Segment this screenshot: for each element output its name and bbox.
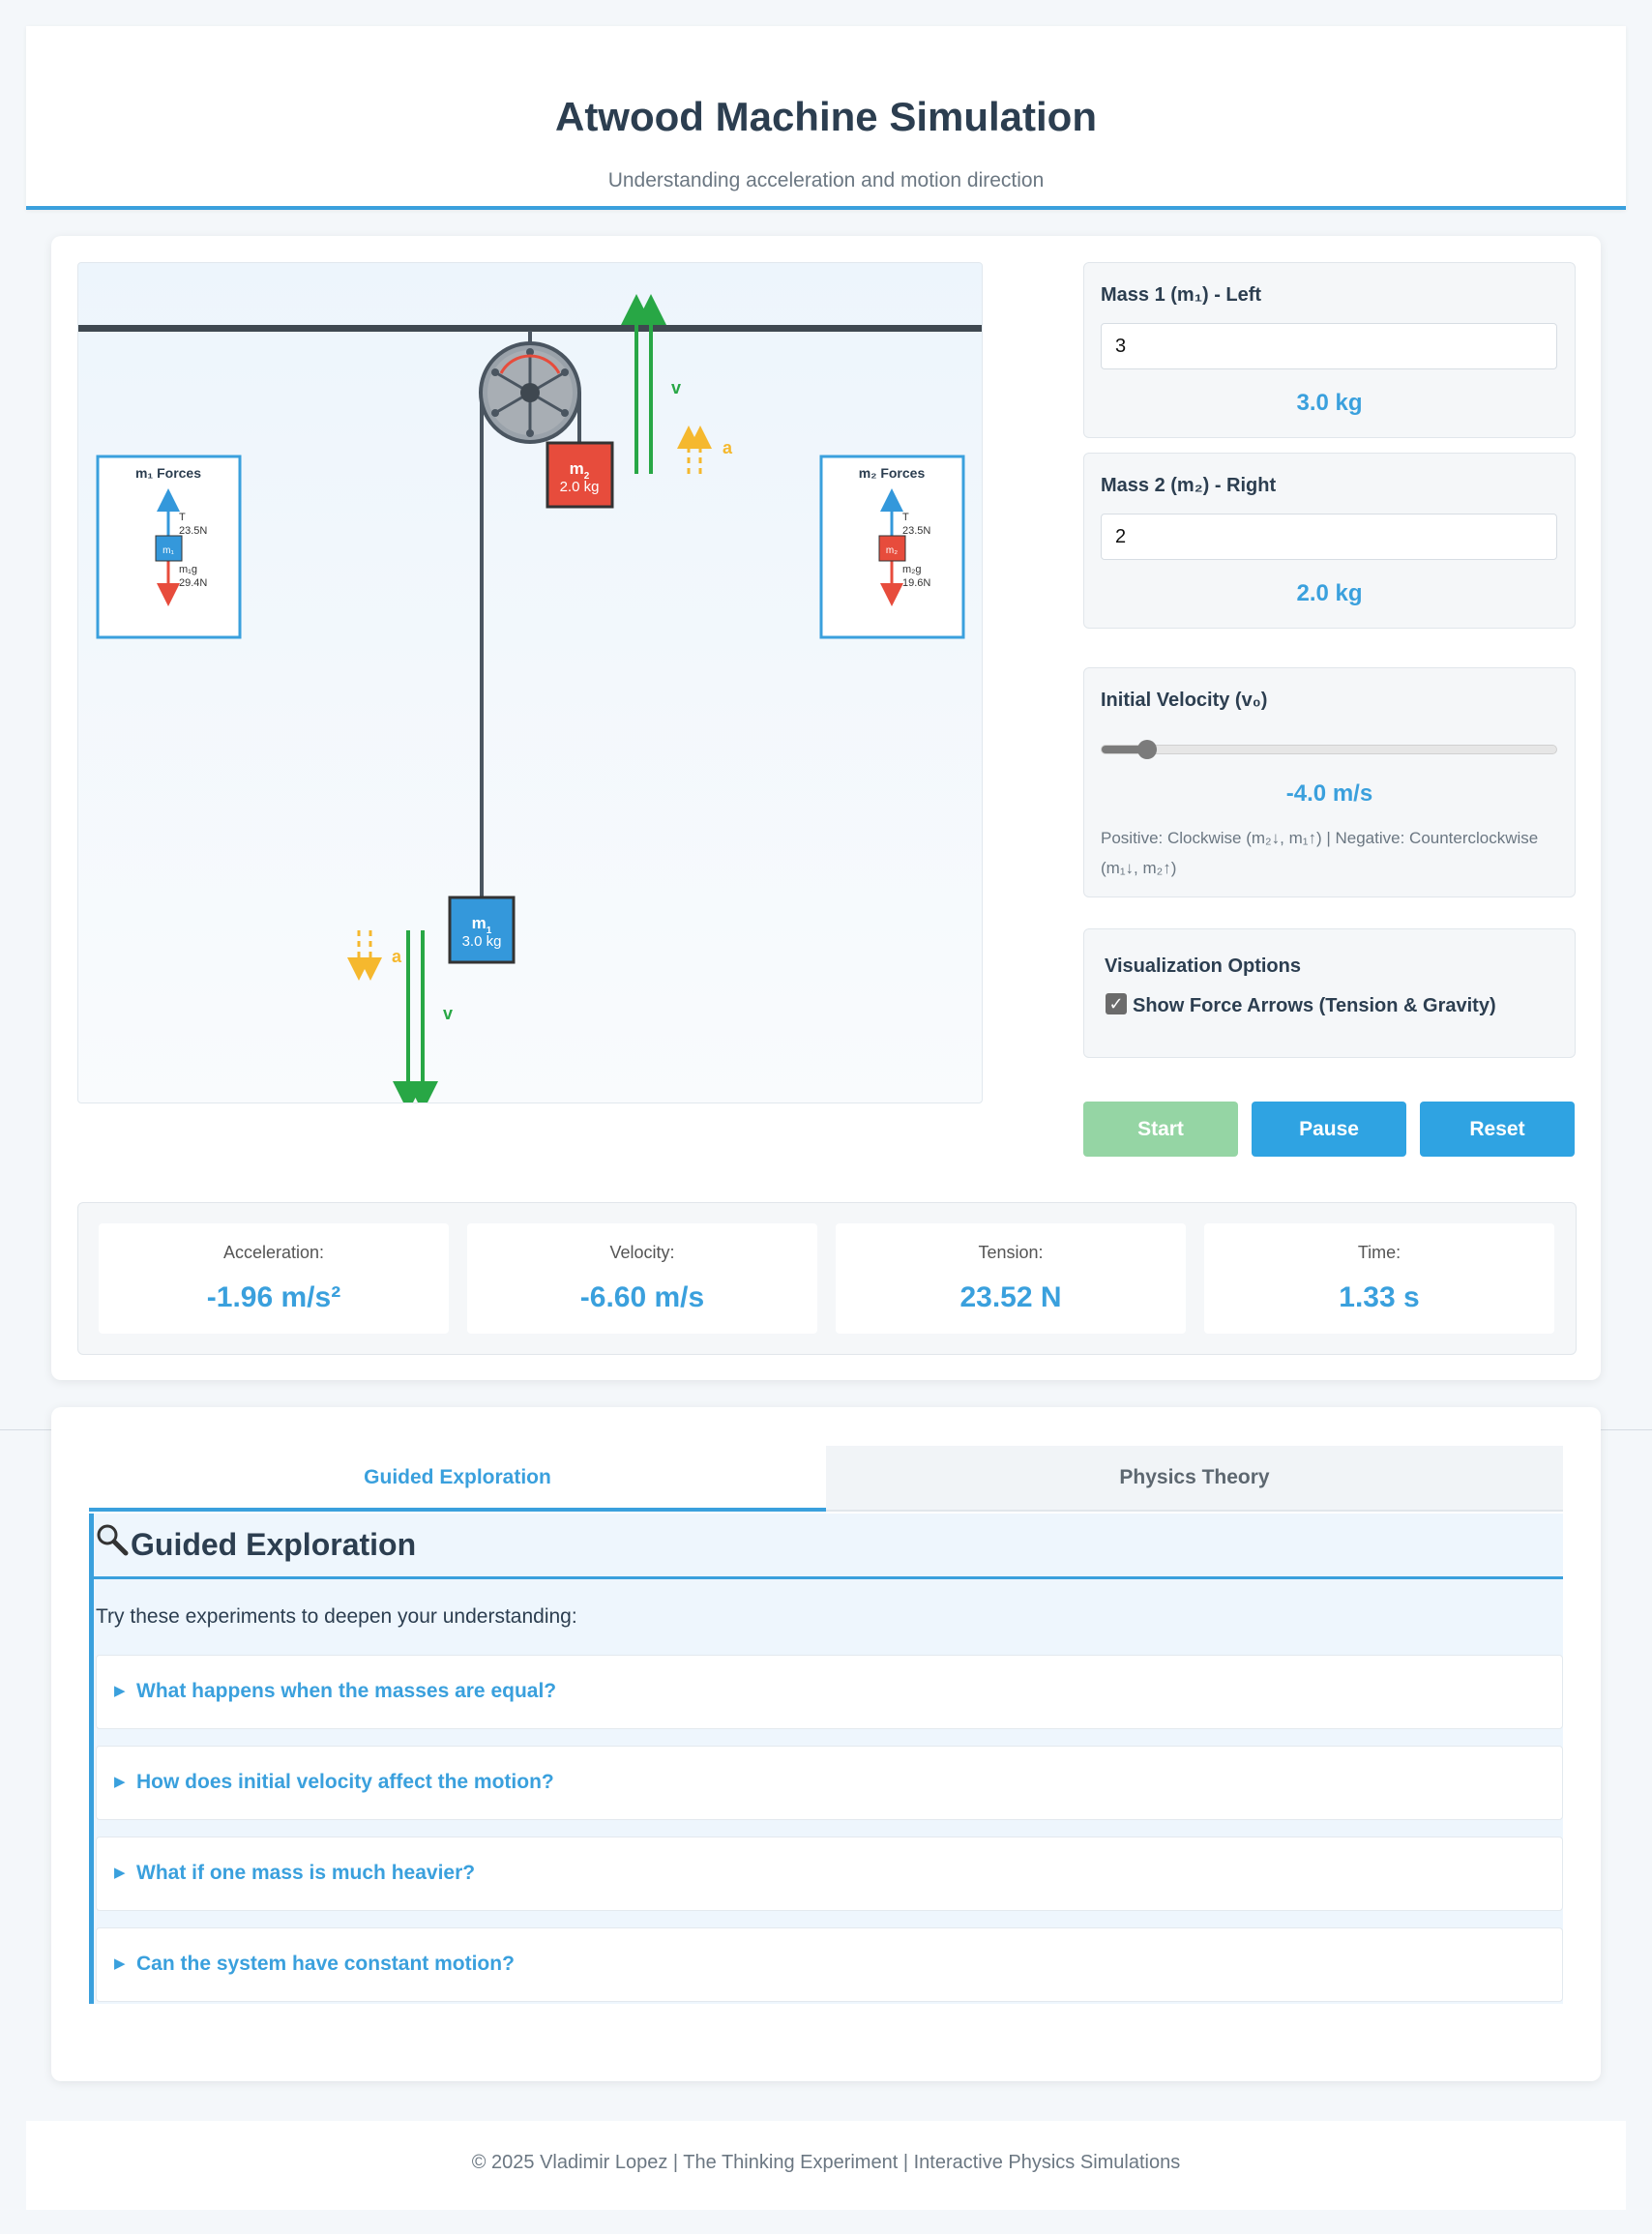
expand-arrow-icon: ▶ xyxy=(114,1955,126,1972)
guide-intro: Try these experiments to deepen your und… xyxy=(96,1605,577,1628)
svg-text:T: T xyxy=(179,512,186,523)
svg-text:23.5N: 23.5N xyxy=(179,525,207,537)
pulley xyxy=(479,341,581,444)
mass1-label: Mass 1 (m₁) - Left xyxy=(1101,284,1262,306)
svg-text:v: v xyxy=(671,378,681,397)
svg-text:m₂ Forces: m₂ Forces xyxy=(859,465,926,481)
question-item[interactable]: ▶ How does initial velocity affect the m… xyxy=(96,1746,1563,1820)
svg-text:a: a xyxy=(723,438,733,457)
mass2-label: 2.0 kg xyxy=(560,479,600,495)
guided-exploration-panel: Guided Exploration Try these experiments… xyxy=(89,1514,1563,2004)
tab-guided-exploration[interactable]: Guided Exploration xyxy=(89,1446,826,1512)
mass2-label: Mass 2 (m₂) - Right xyxy=(1101,475,1277,496)
stat-label: Acceleration: xyxy=(222,1243,325,1262)
guide-title: Guided Exploration xyxy=(131,1527,417,1562)
mass1-block: m1 3.0 kg xyxy=(448,896,516,964)
stats-panel: Acceleration: -1.96 m/s² Velocity: -6.60… xyxy=(77,1202,1577,1355)
svg-text:m₂: m₂ xyxy=(886,545,898,556)
atwood-diagram: m2 2.0 kg m1 3.0 kg v a v a m₁ Forces m₁… xyxy=(78,294,982,1102)
svg-text:m₁g: m₁g xyxy=(179,564,197,575)
question-text[interactable]: Can the system have constant motion? xyxy=(136,1953,515,1976)
stat-label: Tension: xyxy=(978,1243,1044,1262)
mass1-value: 3.0 kg xyxy=(1296,390,1363,416)
velocity-slider-thumb[interactable] xyxy=(1137,740,1158,759)
question-text[interactable]: What if one mass is much heavier? xyxy=(136,1862,475,1885)
page-title: Atwood Machine Simulation xyxy=(554,94,1097,139)
svg-text:19.6N: 19.6N xyxy=(902,577,930,589)
reset-button[interactable]: Reset xyxy=(1420,1102,1575,1157)
mass1-panel: Mass 1 (m₁) - Left 3.0 kg xyxy=(1083,262,1576,438)
question-text[interactable]: How does initial velocity affect the mot… xyxy=(136,1771,554,1794)
visualization-panel: Visualization Options ✓ Show Force Arrow… xyxy=(1083,928,1576,1058)
start-button[interactable]: Start xyxy=(1083,1102,1238,1157)
svg-text:m₂g: m₂g xyxy=(902,564,922,575)
expand-arrow-icon: ▶ xyxy=(114,1774,126,1790)
page-subtitle: Understanding acceleration and motion di… xyxy=(607,169,1045,191)
footer-text: © 2025 Vladimir Lopez | The Thinking Exp… xyxy=(471,2152,1181,2173)
mass1-velocity-arrow: v xyxy=(393,930,453,1102)
stat-tension: Tension: 23.52 N xyxy=(836,1223,1186,1334)
question-item[interactable]: ▶ Can the system have constant motion? xyxy=(96,1927,1563,2002)
mass2-block: m2 2.0 kg xyxy=(546,441,614,509)
svg-text:a: a xyxy=(392,947,402,966)
fbd-mass1: m₁ Forces m₁ T 23.5N m₁g 29.4N xyxy=(96,455,242,639)
svg-text:v: v xyxy=(443,1004,453,1023)
visualization-title: Visualization Options xyxy=(1105,955,1301,977)
svg-text:23.5N: 23.5N xyxy=(902,525,930,537)
question-item[interactable]: ▶ What happens when the masses are equal… xyxy=(96,1655,1563,1729)
mass2-input[interactable] xyxy=(1101,514,1557,560)
stat-value: -1.96 m/s² xyxy=(206,1281,341,1313)
magnifier-icon xyxy=(96,1523,129,1561)
stat-acceleration: Acceleration: -1.96 m/s² xyxy=(99,1223,449,1334)
stat-label: Velocity: xyxy=(609,1243,675,1262)
fbd-mass2: m₂ Forces m₂ T 23.5N m₂g 19.6N xyxy=(819,455,965,639)
svg-text:29.4N: 29.4N xyxy=(179,577,207,589)
mass2-acceleration-arrow: a xyxy=(677,426,733,474)
velocity-label: Initial Velocity (v₀) xyxy=(1101,690,1268,711)
page-footer: © 2025 Vladimir Lopez | The Thinking Exp… xyxy=(26,2121,1626,2210)
stat-label: Time: xyxy=(1357,1243,1401,1262)
pause-button[interactable]: Pause xyxy=(1252,1102,1406,1157)
mass2-velocity-arrow: v xyxy=(621,294,681,474)
stat-value: -6.60 m/s xyxy=(579,1281,705,1313)
expand-arrow-icon: ▶ xyxy=(114,1865,126,1881)
svg-text:m₁: m₁ xyxy=(162,545,174,556)
question-item[interactable]: ▶ What if one mass is much heavier? xyxy=(96,1837,1563,1911)
ceiling-beam xyxy=(78,325,982,332)
velocity-value: -4.0 m/s xyxy=(1285,780,1373,807)
guide-header: Guided Exploration xyxy=(94,1514,1563,1579)
velocity-hint: Positive: Clockwise (m₂↓, m₁↑) | Negativ… xyxy=(1101,829,1539,877)
mass1-input[interactable] xyxy=(1101,323,1557,369)
expand-arrow-icon: ▶ xyxy=(114,1683,126,1699)
velocity-slider[interactable] xyxy=(1101,740,1557,759)
simulation-canvas: m2 2.0 kg m1 3.0 kg v a v a m₁ Forces m₁… xyxy=(77,262,983,1103)
stat-velocity: Velocity: -6.60 m/s xyxy=(467,1223,817,1334)
mass1-label: 3.0 kg xyxy=(462,933,502,950)
mass2-panel: Mass 2 (m₂) - Right 2.0 kg xyxy=(1083,453,1576,629)
mass1-acceleration-arrow: a xyxy=(347,930,402,981)
stat-time: Time: 1.33 s xyxy=(1204,1223,1554,1334)
stat-value: 23.52 N xyxy=(959,1281,1062,1313)
force-arrows-checkbox[interactable]: ✓ xyxy=(1106,993,1127,1014)
question-text[interactable]: What happens when the masses are equal? xyxy=(136,1680,556,1703)
tab-physics-theory[interactable]: Physics Theory xyxy=(826,1446,1563,1512)
stat-value: 1.33 s xyxy=(1339,1281,1420,1313)
mass2-value: 2.0 kg xyxy=(1296,580,1363,606)
svg-text:m₁ Forces: m₁ Forces xyxy=(135,465,201,481)
force-arrows-label[interactable]: Show Force Arrows (Tension & Gravity) xyxy=(1133,995,1496,1017)
page-header: Atwood Machine Simulation Understanding … xyxy=(26,26,1626,210)
velocity-panel: Initial Velocity (v₀) -4.0 m/s Positive:… xyxy=(1083,667,1576,897)
svg-text:T: T xyxy=(902,512,909,523)
